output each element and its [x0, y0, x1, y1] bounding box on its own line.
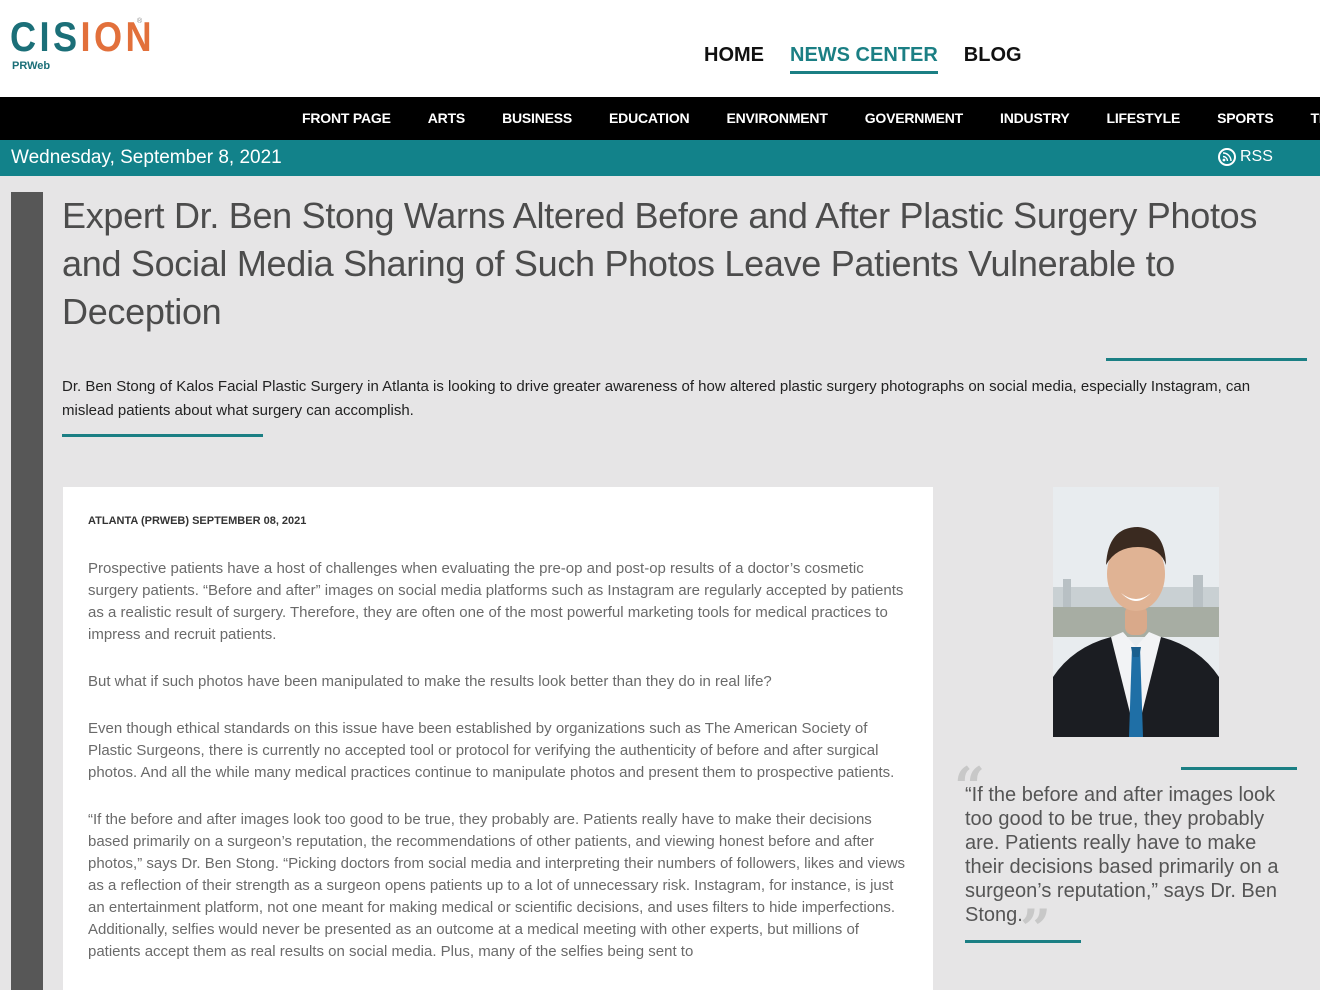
headline-line-3: Deception	[62, 291, 222, 332]
category-education[interactable]: EDUCATION	[609, 110, 690, 126]
nav-news-center[interactable]: NEWS CENTER	[790, 44, 938, 74]
summary-top-rule	[1106, 358, 1307, 361]
category-front-page[interactable]: FRONT PAGE	[302, 110, 391, 126]
quote-top-rule	[1181, 767, 1297, 770]
logo-wordmark: CISION	[10, 13, 156, 60]
close-quote-icon: ”	[1020, 897, 1052, 961]
category-environment[interactable]: ENVIRONMENT	[726, 110, 827, 126]
article-body-card: ATLANTA (PRWEB) SEPTEMBER 08, 2021 Prosp…	[63, 487, 933, 990]
article-headline: Expert Dr. Ben Stong Warns Altered Befor…	[62, 192, 1292, 336]
category-lifestyle[interactable]: LIFESTYLE	[1106, 110, 1180, 126]
rss-label: RSS	[1240, 148, 1273, 165]
top-navigation: HOME NEWS CENTER BLOG	[704, 44, 1022, 74]
portrait-image	[1053, 487, 1219, 737]
category-industry[interactable]: INDUSTRY	[1000, 110, 1070, 126]
site-header: CISION ® PRWeb HOME NEWS CENTER BLOG	[0, 0, 1320, 97]
rss-link[interactable]: RSS	[1218, 148, 1273, 166]
nav-blog[interactable]: BLOG	[964, 44, 1022, 74]
headline-line-1: Expert Dr. Ben Stong Warns Altered Befor…	[62, 195, 1258, 236]
author-photo[interactable]	[1053, 487, 1219, 737]
quote-bottom-rule	[965, 940, 1081, 943]
category-government[interactable]: GOVERNMENT	[865, 110, 964, 126]
body-paragraph: “If the before and after images look too…	[88, 811, 906, 960]
summary-bottom-rule	[62, 434, 263, 437]
body-paragraph: But what if such photos have been manipu…	[88, 673, 772, 690]
cision-logo[interactable]: CISION ® PRWeb	[10, 13, 179, 73]
rss-icon	[1218, 148, 1236, 166]
category-sports[interactable]: SPORTS	[1217, 110, 1274, 126]
article-dateline: ATLANTA (PRWEB) SEPTEMBER 08, 2021	[88, 515, 307, 527]
logo-trademark: ®	[137, 18, 143, 25]
headline-line-2: and Social Media Sharing of Such Photos …	[62, 243, 1176, 284]
body-paragraph: Prospective patients have a host of chal…	[88, 560, 904, 643]
current-date: Wednesday, September 8, 2021	[11, 147, 282, 168]
pull-quote: “If the before and after images look too…	[965, 784, 1279, 926]
category-arts[interactable]: ARTS	[428, 110, 466, 126]
body-paragraph: Even though ethical standards on this is…	[88, 720, 895, 781]
nav-home[interactable]: HOME	[704, 44, 764, 74]
left-accent-bar	[11, 192, 43, 990]
article-body: Prospective patients have a host of chal…	[88, 558, 908, 988]
category-bar: FRONT PAGE ARTS BUSINESS EDUCATION ENVIR…	[0, 97, 1320, 140]
category-tech[interactable]: TECH	[1311, 110, 1320, 126]
category-business[interactable]: BUSINESS	[502, 110, 572, 126]
article-summary: Dr. Ben Stong of Kalos Facial Plastic Su…	[62, 378, 1251, 419]
logo-subtitle: PRWeb	[12, 60, 51, 72]
date-bar: Wednesday, September 8, 2021 RSS	[0, 140, 1320, 176]
